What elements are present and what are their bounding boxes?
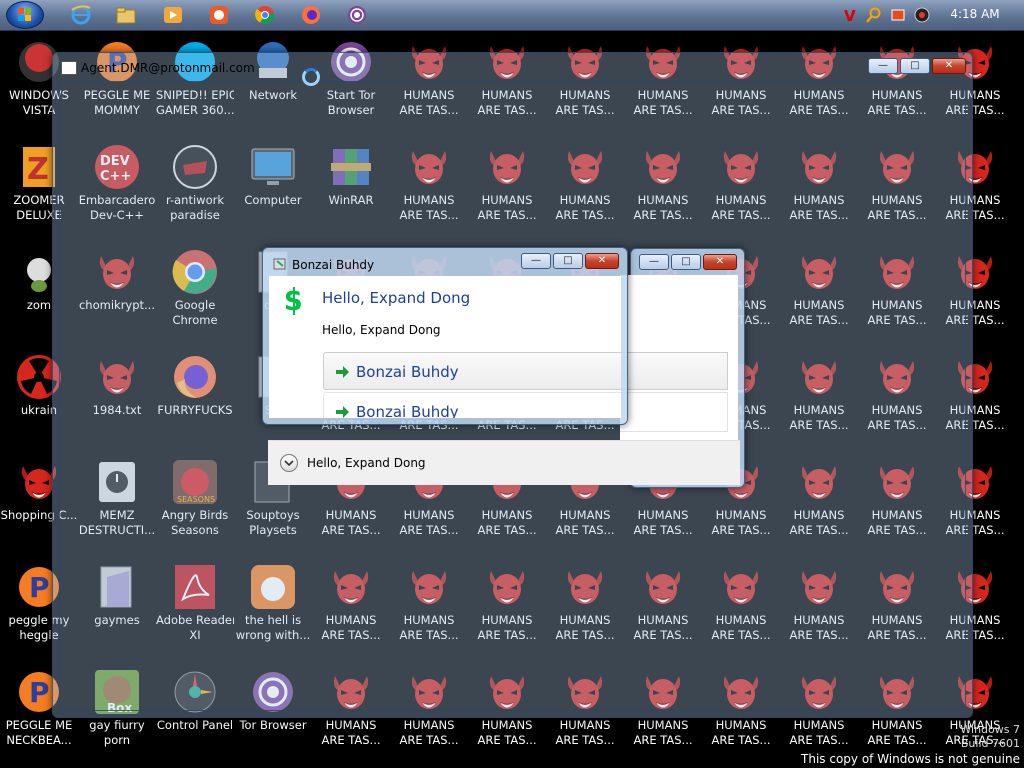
internet-explorer-icon[interactable] [70, 4, 92, 26]
minimize-button[interactable]: — [868, 58, 898, 74]
maximize-button[interactable]: □ [553, 253, 583, 269]
caption-buttons: — □ ✕ [868, 58, 968, 76]
desktop-icon-label: HUMANS [559, 718, 611, 732]
app-icon[interactable] [208, 4, 230, 26]
desktop-icon-label-line2: ARE TAS... [321, 733, 381, 747]
not-genuine-text: This copy of Windows is not genuine [801, 752, 1020, 766]
build-number-text: Build 7601 [960, 737, 1020, 750]
bonzai-dialog[interactable]: Bonzai Buhdy — □ ✕ S Hello, Expand Dong … [262, 247, 628, 425]
minimize-button[interactable]: — [521, 253, 551, 269]
chrome-icon[interactable] [254, 4, 276, 26]
desktop-icon-label: HUMANS [871, 718, 923, 732]
footer-text: Hello, Expand Dong [307, 456, 426, 470]
desktop-icon-label-line2: ARE TAS... [789, 733, 849, 747]
desktop-icon-label: HUMANS [637, 718, 689, 732]
dialog-caption-buttons: — □ ✕ [521, 253, 621, 271]
desktop-icon-label: HUMANS [403, 718, 455, 732]
dialog-footer: Hello, Expand Dong [268, 440, 740, 485]
command-link-label: Bonzai Buhdy [356, 363, 459, 381]
start-button[interactable] [6, 1, 44, 29]
windows-version-text: Windows 7 [960, 723, 1020, 736]
dialog-heading: Hello, Expand Dong [322, 289, 471, 307]
tor-icon[interactable] [346, 4, 368, 26]
minimize-button[interactable]: — [639, 254, 669, 270]
svg-text:Z: Z [27, 152, 49, 187]
green-arrow-icon [336, 406, 349, 418]
window-icon [61, 61, 77, 75]
desktop-icon-label-line2: ARE TAS... [555, 733, 615, 747]
close-button[interactable]: ✕ [703, 254, 737, 270]
desktop-icon-label: HUMANS [715, 718, 767, 732]
desktop-icon-label-line2: ARE TAS... [477, 733, 537, 747]
desktop-icon-label-line2: NECKBEA... [6, 733, 72, 747]
dialog-content: S Hello, Expand Dong Hello, Expand Dong … [269, 276, 621, 418]
command-link-2[interactable]: Bonzai Buhdy [323, 392, 621, 418]
media-tray-icon[interactable] [914, 7, 930, 23]
desktop-icon-label: Control Panel [156, 718, 234, 732]
back-caption-buttons: — □ ✕ [639, 254, 739, 272]
desktop-icon-label-line2: ARE TAS... [399, 733, 459, 747]
clock[interactable]: 4:18 AM [950, 7, 1000, 21]
close-button[interactable]: ✕ [932, 58, 966, 74]
desktop-icon-label: HUMANS [325, 718, 377, 732]
expand-chevron-icon[interactable] [280, 454, 298, 472]
maximize-button[interactable]: □ [900, 58, 930, 74]
antivirus-icon[interactable]: V [842, 7, 858, 25]
close-button[interactable]: ✕ [585, 253, 619, 269]
desktop-icon-label-line2: porn [103, 733, 131, 747]
search-icon[interactable] [866, 7, 882, 23]
flag-tray-icon[interactable] [890, 7, 906, 23]
window-title: Agent.DMR@protonmail.com [81, 61, 255, 75]
green-arrow-icon [336, 366, 349, 378]
windows-logo-icon [18, 8, 32, 22]
maximize-button[interactable]: □ [671, 254, 701, 270]
dialog-title: Bonzai Buhdy [292, 258, 375, 272]
command-link-1[interactable]: Bonzai Buhdy [323, 352, 621, 390]
desktop-icon-label: PEGGLE ME [5, 718, 73, 732]
desktop-icon-label: HUMANS [481, 718, 533, 732]
cashapp-icon: S [283, 286, 305, 317]
desktop-icon-label-line2: ARE TAS... [633, 733, 693, 747]
svg-text:P: P [29, 676, 50, 709]
dialog-app-icon [273, 257, 287, 271]
back-command-link[interactable] [620, 352, 728, 390]
media-player-icon[interactable] [162, 4, 184, 26]
desktop-icon-label: HUMANS [793, 718, 845, 732]
busy-cursor-icon [302, 68, 320, 86]
dialog-body: Hello, Expand Dong [322, 323, 441, 337]
desktop-icon-label: Tor Browser [239, 718, 307, 732]
firefox-icon[interactable] [300, 4, 322, 26]
command-link-label: Bonzai Buhdy [356, 403, 459, 418]
desktop-icon-label-line2: ARE TAS... [867, 733, 927, 747]
svg-text:P: P [29, 571, 50, 604]
explorer-icon[interactable] [115, 4, 137, 26]
taskbar: V 4:18 AM [0, 0, 1024, 31]
desktop-icon-label: gay fiurry [89, 718, 145, 732]
svg-text:V: V [844, 7, 856, 23]
back-command-link-2[interactable] [620, 392, 728, 432]
desktop-icon-label-line2: ARE TAS... [711, 733, 771, 747]
